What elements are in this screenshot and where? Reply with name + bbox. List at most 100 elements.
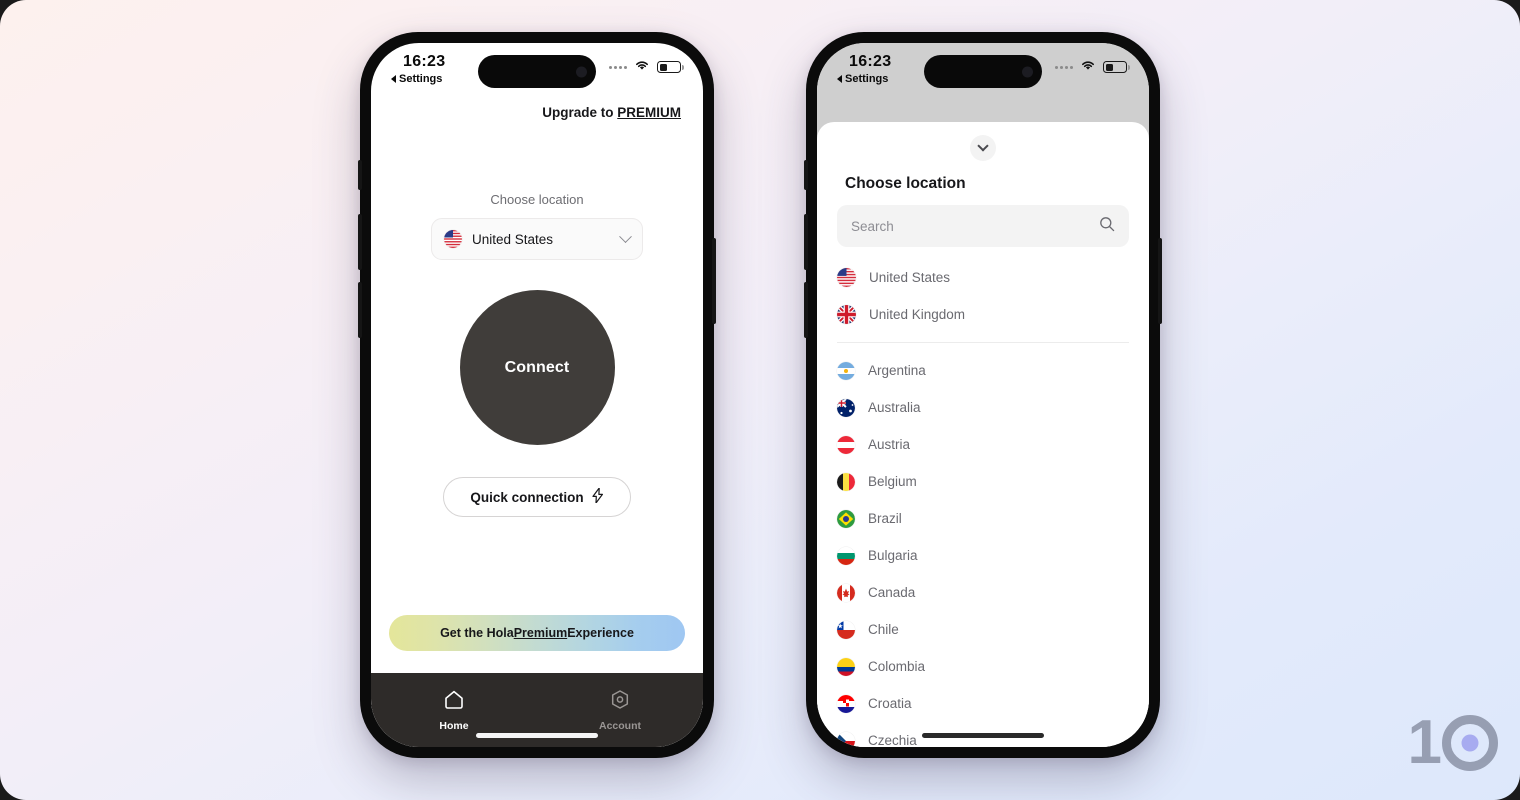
flag-cz-icon [837, 731, 855, 747]
status-bar-back-label: Settings [399, 73, 443, 85]
list-item-label: United States [869, 270, 951, 285]
home-indicator [476, 733, 598, 738]
wifi-icon [634, 58, 650, 76]
connect-button[interactable]: Connect [459, 290, 615, 445]
home-icon [443, 689, 465, 715]
watermark-circle [1442, 715, 1498, 771]
hexagon-gear-icon [609, 689, 631, 715]
silent-switch[interactable] [358, 160, 362, 190]
home-content: Upgrade to PREMIUM Choose location Unite… [371, 99, 703, 747]
dynamic-island [924, 55, 1042, 88]
promo-banner-wrap: Get the Hola Premium Experience [371, 615, 703, 673]
search-field[interactable] [837, 205, 1129, 247]
flag-au-icon [837, 398, 855, 417]
power-button[interactable] [1158, 238, 1162, 324]
tab-home-label: Home [439, 719, 469, 732]
list-item-label: Canada [868, 585, 916, 600]
country-list[interactable]: United States United Kingdom Argentina A… [817, 259, 1149, 747]
power-button[interactable] [712, 238, 716, 324]
screenshot-stage: 16:23 Settings Upgrade to PREMIUM Choose… [0, 0, 1520, 800]
watermark-dot [1461, 734, 1479, 752]
quick-connection-button[interactable]: Quick connection [443, 477, 631, 517]
list-item-canada[interactable]: Canada [837, 574, 1129, 611]
flag-co-icon [837, 657, 855, 676]
signal-dots-icon [609, 65, 627, 69]
list-divider [837, 342, 1129, 343]
flag-hr-icon [837, 694, 855, 713]
list-item-united-states[interactable]: United States [837, 259, 1129, 296]
list-item-label: Australia [868, 400, 921, 415]
tab-account-label: Account [599, 719, 641, 732]
list-item-austria[interactable]: Austria [837, 426, 1129, 463]
volume-up-button[interactable] [358, 214, 362, 270]
upgrade-to-premium-link[interactable]: Upgrade to PREMIUM [371, 99, 703, 120]
flag-ca-icon [837, 583, 855, 602]
quick-connection-label: Quick connection [470, 489, 584, 505]
list-item-croatia[interactable]: Croatia [837, 685, 1129, 722]
list-item-label: Colombia [868, 659, 926, 674]
location-selector[interactable]: United States [431, 218, 643, 260]
list-item-argentina[interactable]: Argentina [837, 352, 1129, 389]
status-bar-back-to-settings[interactable]: Settings [391, 73, 442, 85]
back-triangle-icon [837, 75, 842, 83]
battery-icon [1103, 61, 1130, 73]
search-icon[interactable] [1099, 216, 1115, 237]
signal-dots-icon [1055, 65, 1073, 69]
list-item-label: Bulgaria [868, 548, 918, 563]
list-item-label: Chile [868, 622, 899, 637]
list-item-label: Austria [868, 437, 911, 452]
list-item-label: United Kingdom [869, 307, 966, 322]
watermark-digit: 1 [1407, 708, 1443, 777]
status-bar-time: 16:23 [403, 53, 446, 70]
status-bar-indicators [609, 58, 684, 76]
list-item-label: Belgium [868, 474, 917, 489]
phone-screen-home: 16:23 Settings Upgrade to PREMIUM Choose… [371, 43, 703, 747]
volume-up-button[interactable] [804, 214, 808, 270]
location-bottom-sheet: Choose location Search United States Uni… [817, 122, 1149, 747]
status-bar-time: 16:23 [849, 53, 892, 70]
volume-down-button[interactable] [804, 282, 808, 338]
lightning-bolt-icon [592, 487, 604, 506]
promo-premium-word: Premium [513, 626, 568, 640]
upgrade-premium-word: PREMIUM [617, 105, 681, 120]
collapse-sheet-button[interactable] [970, 135, 996, 161]
flag-ar-icon [837, 361, 855, 380]
search-input[interactable] [851, 218, 1099, 234]
list-item-chile[interactable]: Chile [837, 611, 1129, 648]
sheet-title: Choose location [845, 175, 966, 192]
list-item-brazil[interactable]: Brazil [837, 500, 1129, 537]
silent-switch[interactable] [804, 160, 808, 190]
phone-device-location-picker: 16:23 Settings Choose location Search Un… [804, 32, 1162, 758]
status-bar: 16:23 Settings [817, 43, 1149, 99]
status-bar-back-to-settings[interactable]: Settings [837, 73, 888, 85]
bottom-tab-bar: Home Account [371, 673, 703, 747]
selected-location-name: United States [472, 231, 554, 247]
list-item-united-kingdom[interactable]: United Kingdom [837, 296, 1129, 333]
promo-prefix: Get the Hola [440, 626, 514, 640]
home-indicator [922, 733, 1044, 738]
volume-down-button[interactable] [358, 282, 362, 338]
flag-be-icon [837, 472, 855, 491]
home-center-block: Choose location United States Connect Qu… [371, 120, 703, 615]
back-triangle-icon [391, 75, 396, 83]
front-camera-icon [576, 66, 587, 77]
flag-cl-icon [837, 620, 855, 639]
list-item-belgium[interactable]: Belgium [837, 463, 1129, 500]
premium-promo-banner[interactable]: Get the Hola Premium Experience [389, 615, 685, 651]
front-camera-icon [1022, 66, 1033, 77]
status-bar-indicators [1055, 58, 1130, 76]
chevron-down-icon [619, 229, 632, 243]
upgrade-prefix: Upgrade to [542, 105, 618, 120]
phone-screen-location-picker: 16:23 Settings Choose location Search Un… [817, 43, 1149, 747]
wifi-icon [1080, 58, 1096, 76]
flag-br-icon [837, 509, 855, 528]
list-item-bulgaria[interactable]: Bulgaria [837, 537, 1129, 574]
dynamic-island [478, 55, 596, 88]
flag-at-icon [837, 435, 855, 454]
list-item-colombia[interactable]: Colombia [837, 648, 1129, 685]
flag-gb-icon [837, 305, 856, 324]
flag-us-icon [837, 268, 856, 287]
flag-bg-icon [837, 546, 855, 565]
list-item-label: Croatia [868, 696, 912, 711]
list-item-australia[interactable]: Australia [837, 389, 1129, 426]
